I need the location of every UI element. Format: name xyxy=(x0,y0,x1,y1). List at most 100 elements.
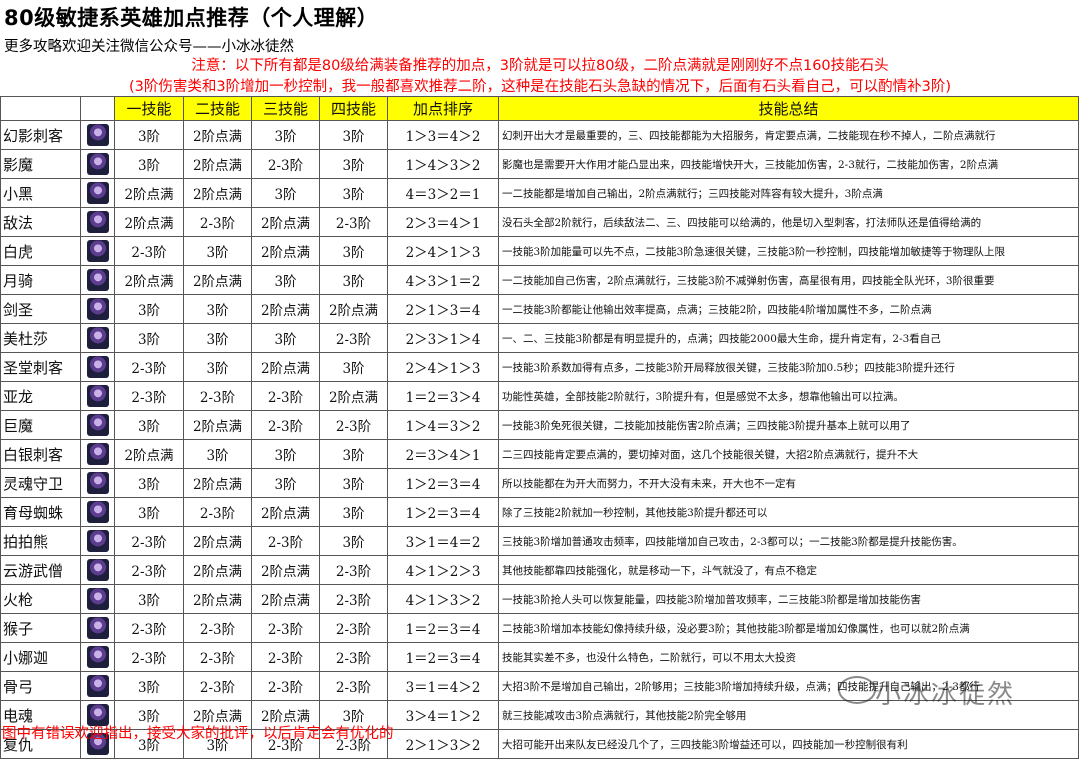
skill-2-level: 3阶 xyxy=(183,323,252,353)
hero-name: 剑圣 xyxy=(0,294,81,324)
skill-2-level: 2-3阶 xyxy=(183,671,252,701)
hero-name: 影魔 xyxy=(0,149,81,179)
hero-portrait-icon xyxy=(86,356,109,378)
skill-2-level: 2阶点满 xyxy=(183,410,252,440)
watermark: 小冰冰徒然 xyxy=(875,680,1016,710)
skill-3-level: 3阶 xyxy=(251,468,320,498)
hero-portrait-icon xyxy=(86,443,109,465)
skill-4-level: 2-3阶 xyxy=(319,642,388,672)
table-row: 白虎 2-3阶 3阶 2阶点满 3阶 2＞4＞1＞3 一技能3阶加能量可以先不点，二技能3阶… xyxy=(0,236,1079,266)
priority-order: 4＝3＞2＝1 xyxy=(387,178,499,208)
hero-avatar xyxy=(80,497,115,527)
skill-1-level: 2-3阶 xyxy=(114,555,184,585)
hero-avatar xyxy=(80,236,115,266)
skill-3-level: 2阶点满 xyxy=(251,236,320,266)
priority-order: 1＞2＝3＝4 xyxy=(387,468,499,498)
hero-portrait-icon xyxy=(86,588,109,610)
table-row: 育母蜘蛛 3阶 2-3阶 2阶点满 3阶 1＞2＝3＝4 除了三技能2阶就加一秒控制，其他技… xyxy=(0,497,1079,527)
hero-portrait-icon xyxy=(86,414,109,436)
hero-portrait-icon xyxy=(86,530,109,552)
priority-order: 4＞1＞2＞3 xyxy=(387,555,499,585)
header-skill-1: 一技能 xyxy=(114,96,184,121)
skill-2-level: 3阶 xyxy=(183,236,252,266)
table-row: 巨魔 3阶 2阶点满 2-3阶 2-3阶 1＞4＝3＞2 一技能3阶免死很关键，二技能加技能… xyxy=(0,410,1079,440)
hero-avatar xyxy=(80,149,115,179)
header-skill-4: 四技能 xyxy=(319,96,388,121)
table-row: 拍拍熊 2-3阶 2阶点满 2-3阶 3阶 3＞1＝4＝2 三技能3阶增加普通攻击频率，四技… xyxy=(0,526,1079,556)
skill-1-level: 2阶点满 xyxy=(114,178,184,208)
skill-1-level: 2-3阶 xyxy=(114,526,184,556)
skill-3-level: 2阶点满 xyxy=(251,207,320,237)
skill-summary: 除了三技能2阶就加一秒控制，其他技能3阶提升都还可以 xyxy=(498,497,1079,527)
skill-3-level: 2-3阶 xyxy=(251,410,320,440)
skill-4-level: 2阶点满 xyxy=(319,294,388,324)
skill-3-level: 3阶 xyxy=(251,439,320,469)
skill-summary: 一技能3阶抢人头可以恢复能量，四技能3阶增加普攻频率，二三技能3阶都是增加技能伤… xyxy=(498,584,1079,614)
skill-1-level: 2阶点满 xyxy=(114,265,184,295)
header-skill-3: 三技能 xyxy=(251,96,320,121)
skill-2-level: 2-3阶 xyxy=(183,613,252,643)
priority-order: 2＞3＞1＞4 xyxy=(387,323,499,353)
table-row: 小娜迦 2-3阶 2-3阶 2-3阶 2-3阶 1＝2＝3＝4 技能其实差不多，也没什么特色… xyxy=(0,642,1079,672)
priority-order: 3＞4＝1＞2 xyxy=(387,700,499,730)
skill-4-level: 3阶 xyxy=(319,149,388,179)
table-row: 云游武僧 2-3阶 2阶点满 2阶点满 2-3阶 4＞1＞2＞3 其他技能都靠四技能强化，就… xyxy=(0,555,1079,585)
skill-4-level: 3阶 xyxy=(319,120,388,150)
skill-2-level: 2阶点满 xyxy=(183,584,252,614)
skill-summary: 一、二、三技能3阶都是有明显提升的，点满；四技能2000最大生命，提升肯定有，2… xyxy=(498,323,1079,353)
skill-1-level: 2-3阶 xyxy=(114,236,184,266)
skill-4-level: 2-3阶 xyxy=(319,584,388,614)
skill-2-level: 3阶 xyxy=(183,294,252,324)
skill-summary: 一技能3阶免死很关键，二技能加技能伤害2阶点满；三四技能3阶提升基本上就可以用了 xyxy=(498,410,1079,440)
priority-order: 1＞3＝4＞2 xyxy=(387,120,499,150)
hero-avatar xyxy=(80,439,115,469)
hero-name: 幻影刺客 xyxy=(0,120,81,150)
skill-4-level: 3阶 xyxy=(319,178,388,208)
hero-avatar xyxy=(80,410,115,440)
hero-name: 圣堂刺客 xyxy=(0,352,81,382)
hero-portrait-icon xyxy=(86,675,109,697)
priority-order: 2＞3＝4＞1 xyxy=(387,207,499,237)
hero-name: 骨弓 xyxy=(0,671,81,701)
priority-order: 2＞1＞3＞2 xyxy=(387,729,499,759)
hero-name: 育母蜘蛛 xyxy=(0,497,81,527)
skill-4-level: 2-3阶 xyxy=(319,613,388,643)
header-blank-avatar xyxy=(80,96,115,121)
hero-avatar xyxy=(80,526,115,556)
skill-3-level: 3阶 xyxy=(251,323,320,353)
table-row: 小黑 2阶点满 2阶点满 3阶 3阶 4＝3＞2＝1 一二技能都是增加自己输出，2阶点满就行… xyxy=(0,178,1079,208)
table-row: 灵魂守卫 3阶 2阶点满 3阶 3阶 1＞2＝3＝4 所以技能都在为开大而努力，不开大没有未… xyxy=(0,468,1079,498)
table-row: 亚龙 2-3阶 2-3阶 2-3阶 2阶点满 1＝2＝3＞4 功能性英雄，全部技能2阶就行，… xyxy=(0,381,1079,411)
hero-name: 敌法 xyxy=(0,207,81,237)
hero-portrait-icon xyxy=(86,327,109,349)
priority-order: 3＞1＝4＝2 xyxy=(387,526,499,556)
skill-3-level: 2阶点满 xyxy=(251,555,320,585)
skill-2-level: 2阶点满 xyxy=(183,526,252,556)
skill-3-level: 2阶点满 xyxy=(251,584,320,614)
table-row: 剑圣 3阶 3阶 2阶点满 2阶点满 2＞1＞3＝4 一二技能3阶都能让他输出效率提高，点满… xyxy=(0,294,1079,324)
skill-2-level: 2阶点满 xyxy=(183,555,252,585)
hero-name: 亚龙 xyxy=(0,381,81,411)
skill-1-level: 3阶 xyxy=(114,671,184,701)
skill-1-level: 3阶 xyxy=(114,149,184,179)
hero-portrait-icon xyxy=(86,298,109,320)
skill-summary: 影魔也是需要开大作用才能凸显出来，四技能增快开大，三技能加伤害，2-3就行，二技… xyxy=(498,149,1079,179)
table-row: 影魔 3阶 2阶点满 2-3阶 3阶 1＞4＞3＞2 影魔也是需要开大作用才能凸显出来，四技… xyxy=(0,149,1079,179)
skill-2-level: 2阶点满 xyxy=(183,149,252,179)
hero-name: 美杜莎 xyxy=(0,323,81,353)
hero-name: 灵魂守卫 xyxy=(0,468,81,498)
skill-2-level: 2-3阶 xyxy=(183,381,252,411)
skill-4-level: 2-3阶 xyxy=(319,323,388,353)
skill-4-level: 3阶 xyxy=(319,352,388,382)
skill-4-level: 2-3阶 xyxy=(319,207,388,237)
skill-1-level: 3阶 xyxy=(114,410,184,440)
hero-avatar xyxy=(80,207,115,237)
skill-1-level: 3阶 xyxy=(114,294,184,324)
skill-1-level: 3阶 xyxy=(114,323,184,353)
skill-4-level: 3阶 xyxy=(319,265,388,295)
hero-avatar xyxy=(80,381,115,411)
hero-name: 拍拍熊 xyxy=(0,526,81,556)
hero-portrait-icon xyxy=(86,501,109,523)
skill-4-level: 3阶 xyxy=(319,236,388,266)
hero-avatar xyxy=(80,584,115,614)
